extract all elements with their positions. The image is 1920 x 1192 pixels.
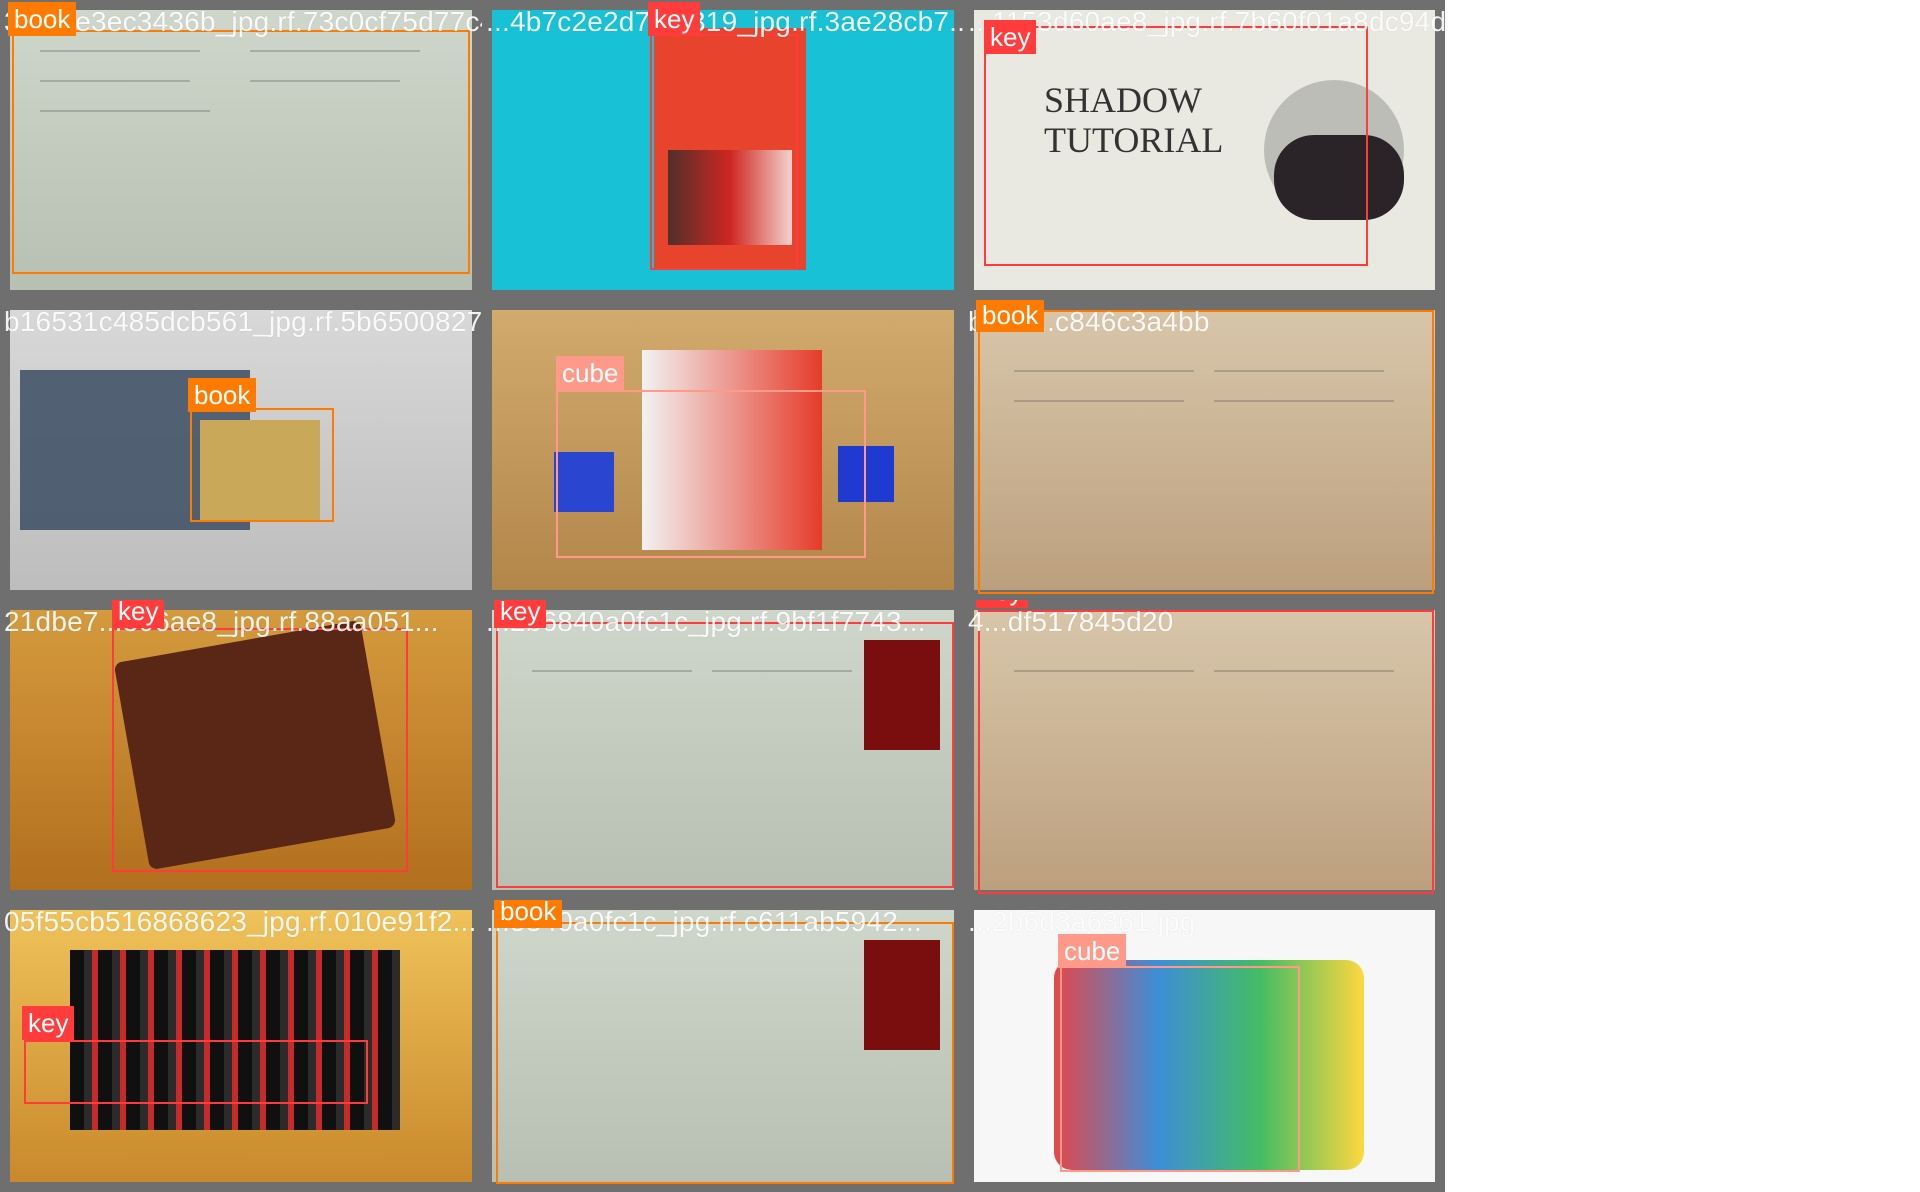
image-tile[interactable]: 21dbe7...306ae8_jpg.rf.88aa051... key [0, 600, 482, 900]
bbox-book [190, 408, 334, 522]
image-tile[interactable]: bdbd...c846c3a4bb book [964, 300, 1445, 600]
filename: ...4b7c2e2d76...319_jpg.rf.3ae28cb7... [486, 6, 964, 37]
image-tile[interactable]: b16531c485dcb561_jpg.rf.5b65008276005258… [0, 300, 482, 600]
image-tile[interactable]: 4...df517845d20 key [964, 600, 1445, 900]
filename: b16531c485dcb561_jpg.rf.5b65008276005258… [4, 306, 482, 337]
bbox-label-key: key [494, 600, 547, 628]
bbox-label-key: key [976, 600, 1029, 608]
bbox-cube [556, 390, 866, 558]
image-tile[interactable]: ...5840a0fc1c_jpg.rf.c611ab5942... book [482, 900, 964, 1192]
filename: 05f55cb516868623_jpg.rf.010e91f2... [4, 906, 477, 937]
bbox-label-cube: cube [1058, 934, 1127, 968]
bbox-key [650, 34, 798, 270]
image-tile[interactable]: SHADOW TUTORIAL ...1153d60ae8_jpg.rf.7b6… [964, 0, 1445, 300]
bbox-book [496, 922, 954, 1184]
bbox-book [978, 310, 1434, 594]
bbox-key [496, 622, 954, 888]
bbox-label-book: book [494, 900, 563, 928]
image-tile[interactable]: 3...01e3ec3436b_jpg.rf.73c0cf75d77c4... … [0, 0, 482, 300]
image-tile[interactable]: cube [482, 300, 964, 600]
bbox-label-book: book [8, 2, 77, 36]
bbox-key [24, 1040, 368, 1104]
image-grid: 3...01e3ec3436b_jpg.rf.73c0cf75d77c4... … [0, 0, 1445, 1192]
image-tile[interactable]: ...2b6d3a6361.jpg cube [964, 900, 1445, 1192]
bbox-label-key: key [984, 20, 1037, 54]
bbox-label-cube: cube [556, 356, 625, 390]
filename: ...1153d60ae8_jpg.rf.7b60f01a8dc94d6f [968, 6, 1445, 37]
bbox-key [978, 610, 1434, 894]
filename: 4...df517845d20 [968, 606, 1174, 637]
filename: 21dbe7...306ae8_jpg.rf.88aa051... [4, 606, 439, 637]
image-tile[interactable]: 05f55cb516868623_jpg.rf.010e91f2... key [0, 900, 482, 1192]
bbox-label-key: key [648, 2, 701, 36]
bbox-book [12, 30, 470, 274]
filename: ...2b6840a0fc1c_jpg.rf.9bf1f7743... [486, 606, 926, 637]
bbox-key [112, 628, 408, 872]
bbox-label-key: key [22, 1006, 75, 1040]
bbox-cube [1060, 966, 1300, 1172]
bbox-label-book: book [188, 378, 257, 412]
image-tile[interactable]: ...2b6840a0fc1c_jpg.rf.9bf1f7743... key [482, 600, 964, 900]
bbox-label-key: key [112, 600, 165, 628]
image-tile[interactable]: ...4b7c2e2d76...319_jpg.rf.3ae28cb7... k… [482, 0, 964, 300]
bbox-label-book: book [976, 300, 1045, 332]
bbox-key [984, 26, 1368, 266]
